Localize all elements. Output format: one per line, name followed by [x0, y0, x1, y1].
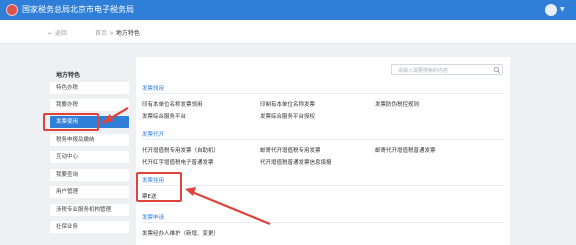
annotation-arrows — [101, 107, 271, 226]
arrow-to-sidebar-icon — [101, 107, 129, 124]
arrow-to-section-icon — [185, 187, 271, 226]
